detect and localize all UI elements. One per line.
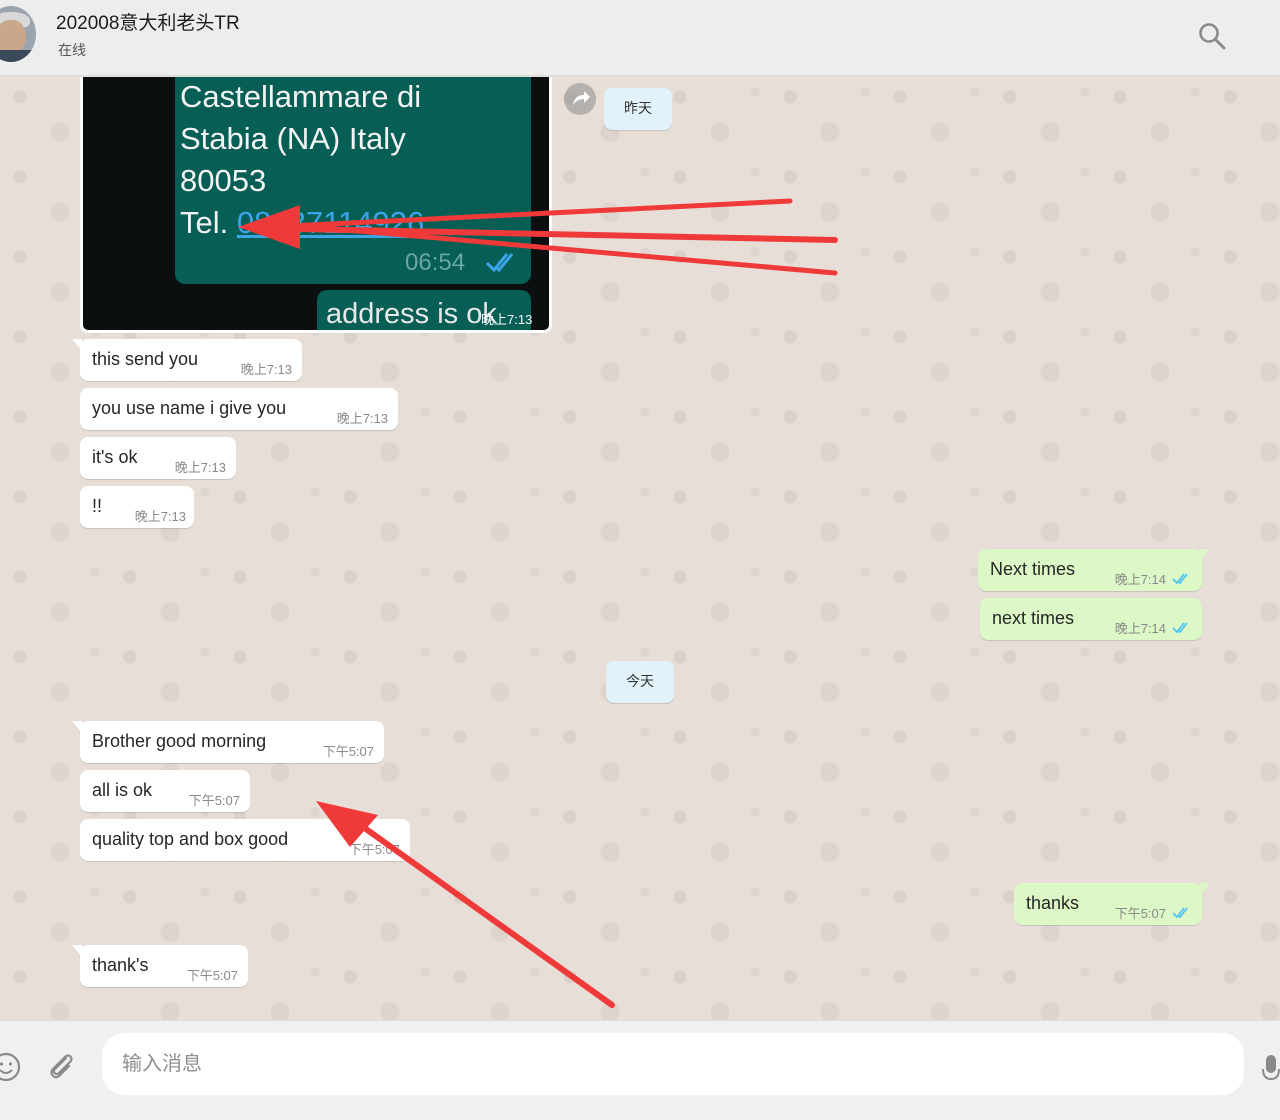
contact-avatar[interactable]: [0, 6, 36, 62]
search-icon[interactable]: [1196, 20, 1228, 52]
message-text: all is ok: [92, 780, 153, 800]
message-outgoing[interactable]: thanks 下午5:07: [1014, 883, 1210, 925]
forward-icon[interactable]: [564, 83, 596, 115]
message-text: it's ok: [92, 447, 138, 467]
message-text: you use name i give you: [92, 398, 287, 418]
image-caption-time: 晚上7:13: [481, 312, 533, 327]
image-content: Castellammare di Stabia (NA) Italy 80053…: [83, 77, 549, 330]
message-text: quality top and box good: [92, 829, 289, 849]
message-time: 晚上7:13: [134, 509, 186, 524]
message-time: 下午5:07: [348, 842, 400, 857]
message-incoming[interactable]: this send you 晚上7:13: [72, 339, 302, 381]
message-outgoing[interactable]: Next times 晚上7:14: [978, 549, 1210, 591]
contact-name[interactable]: 202008意大利老头TR: [56, 8, 240, 35]
address-confirm-text: address is ok: [326, 298, 497, 330]
message-text: Brother good morning: [92, 731, 267, 751]
tel-link[interactable]: 08187114926: [237, 205, 424, 240]
message-incoming[interactable]: quality top and box good 下午5:07: [80, 819, 410, 861]
address-line-1: Castellammare di: [180, 79, 422, 114]
message-time: 晚上7:14: [1114, 572, 1166, 587]
contact-status: 在线: [58, 42, 86, 58]
date-divider-today: 今天: [606, 661, 674, 703]
chat-header: 202008意大利老头TR 在线: [0, 0, 1280, 76]
address-tel-line: Tel. 08187114926: [180, 205, 424, 241]
message-input[interactable]: [102, 1033, 1244, 1095]
message-text: thank's: [92, 955, 149, 975]
double-check-icon: [1172, 622, 1188, 634]
message-time: 晚上7:13: [240, 362, 292, 377]
message-text: this send you: [92, 349, 199, 369]
message-time: 晚上7:13: [174, 460, 226, 475]
message-outgoing[interactable]: next times 晚上7:14: [980, 598, 1202, 640]
message-incoming[interactable]: you use name i give you 晚上7:13: [80, 388, 398, 430]
message-time: 下午5:07: [1114, 906, 1166, 921]
tel-prefix: Tel.: [180, 205, 237, 240]
message-incoming[interactable]: it's ok 晚上7:13: [80, 437, 236, 479]
chat-panel[interactable]: Castellammare di Stabia (NA) Italy 80053…: [0, 77, 1280, 1020]
emoji-icon[interactable]: [0, 1051, 22, 1083]
avatar-shirt: [0, 50, 36, 62]
message-time: 下午5:07: [322, 744, 374, 759]
message-text: thanks: [1026, 893, 1080, 913]
address-line-3: 80053: [180, 163, 267, 198]
message-time: 晚上7:14: [1114, 621, 1166, 636]
composer-bar: [0, 1020, 1280, 1120]
date-divider-yesterday: 昨天: [604, 88, 672, 130]
message-incoming[interactable]: thank's 下午5:07: [72, 945, 248, 987]
message-text: !!: [92, 496, 103, 516]
message-time: 下午5:07: [188, 793, 240, 808]
image-message[interactable]: Castellammare di Stabia (NA) Italy 80053…: [80, 77, 552, 333]
message-incoming[interactable]: all is ok 下午5:07: [80, 770, 250, 812]
double-check-icon: [1172, 573, 1188, 585]
avatar-face: [0, 20, 26, 54]
message-incoming[interactable]: Brother good morning 下午5:07: [72, 721, 384, 763]
card-time: 06:54: [405, 249, 466, 276]
message-time: 下午5:07: [186, 968, 238, 983]
double-check-icon: [485, 253, 514, 273]
message-text: Next times: [990, 559, 1076, 579]
message-incoming[interactable]: !! 晚上7:13: [80, 486, 194, 528]
double-check-icon: [1172, 907, 1188, 919]
message-text: next times: [992, 608, 1075, 628]
message-time: 晚上7:13: [336, 411, 388, 426]
microphone-icon[interactable]: [1258, 1047, 1280, 1087]
address-line-2: Stabia (NA) Italy: [180, 121, 406, 156]
paperclip-icon[interactable]: [44, 1049, 78, 1083]
